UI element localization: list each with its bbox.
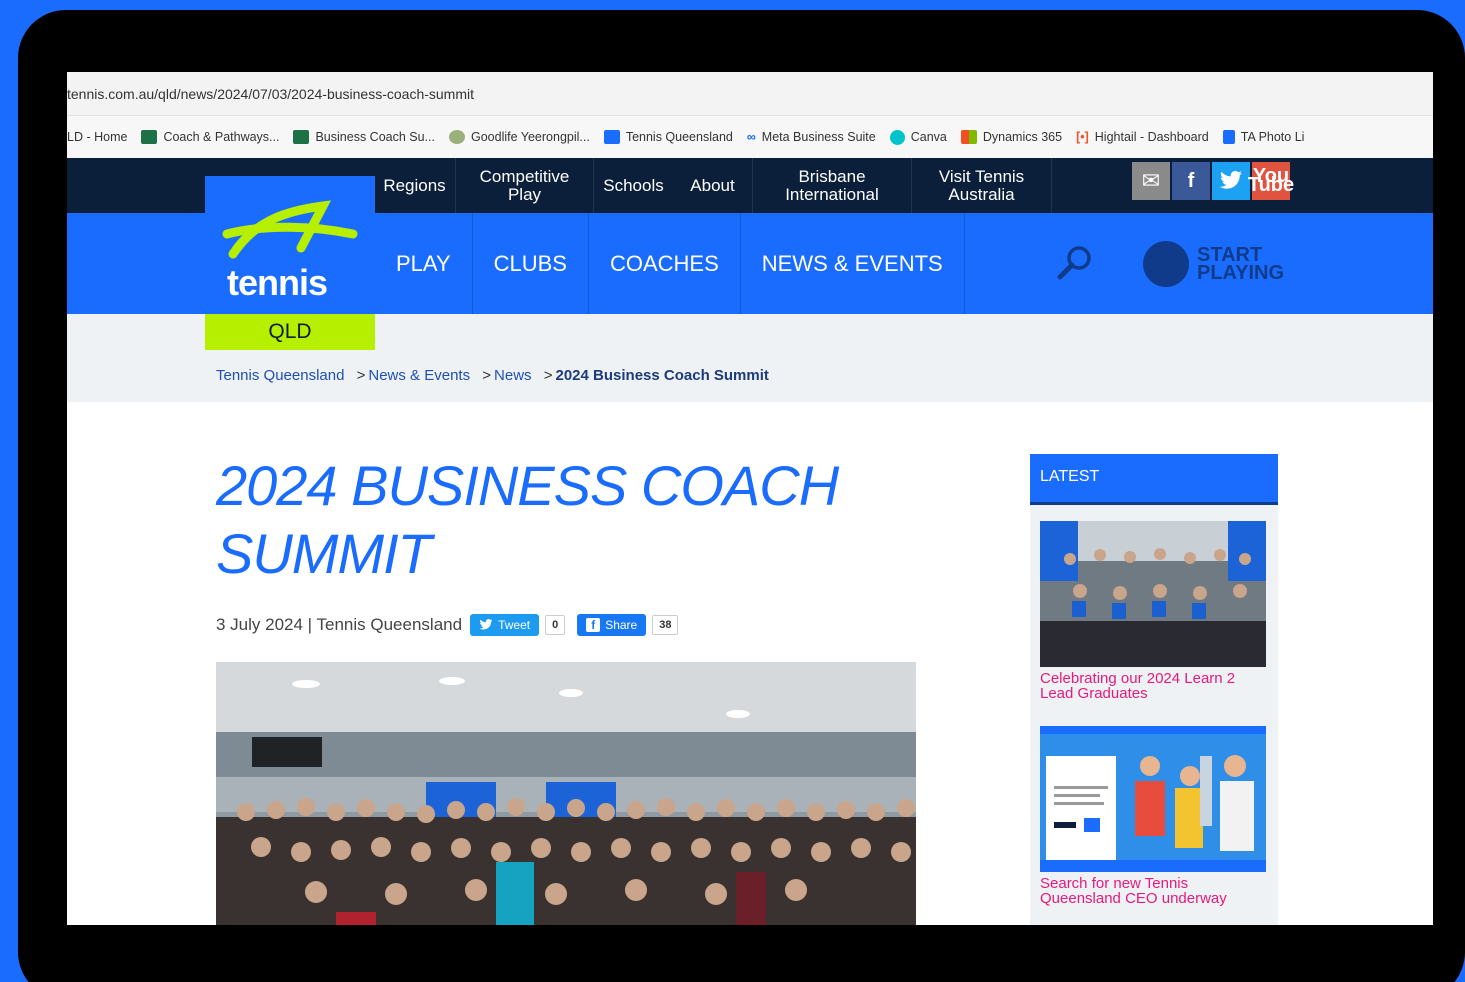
latest-card-title[interactable]: Search for new Tennis Queensland CEO und… xyxy=(1040,876,1266,906)
logo-swoosh-icon xyxy=(222,200,358,259)
breadcrumb-news-events[interactable]: News & Events xyxy=(368,367,470,384)
latest-card-thumbnail[interactable] xyxy=(1040,726,1266,872)
tweet-button[interactable]: Tweet xyxy=(470,614,540,636)
dynamics-icon xyxy=(960,130,977,144)
breadcrumb-home[interactable]: Tennis Queensland xyxy=(216,367,344,384)
twitter-icon[interactable] xyxy=(1212,162,1250,200)
nav-news-events[interactable]: NEWS & EVENTS xyxy=(741,213,965,314)
search-icon[interactable] xyxy=(1055,243,1095,283)
ceo-search-image xyxy=(1040,726,1266,872)
hightail-icon: [•] xyxy=(1076,130,1089,144)
logo-wordmark: tennis xyxy=(227,262,328,303)
bookmark-business-coach[interactable]: Business Coach Su... xyxy=(293,130,435,144)
article-hero-photo xyxy=(216,662,916,925)
article-title: 2024 BUSINESS COACH SUMMIT xyxy=(216,454,839,585)
bookmark-goodlife[interactable]: Goodlife Yeerongpil... xyxy=(448,130,590,144)
facebook-share-button[interactable]: f Share xyxy=(577,614,647,636)
article-date-author: 3 July 2024 | Tennis Queensland xyxy=(216,615,463,634)
playing-label: PLAYING xyxy=(1197,262,1285,284)
nav-competitive-play[interactable]: Competitive Play xyxy=(456,158,594,213)
share-count: 38 xyxy=(652,615,679,635)
twitter-bird-icon xyxy=(1220,171,1242,189)
address-bar[interactable]: tennis.com.au/qld/news/2024/07/03/2024-b… xyxy=(67,72,1433,116)
tennis-icon xyxy=(603,130,620,144)
article-meta: 3 July 2024 | Tennis Queensland Tweet 0 … xyxy=(216,614,679,636)
excel-icon xyxy=(141,130,158,144)
latest-card-thumbnail[interactable] xyxy=(1040,521,1266,667)
breadcrumb-news[interactable]: News xyxy=(494,367,532,384)
photo-icon xyxy=(1222,130,1235,144)
bookmark-canva[interactable]: Canva xyxy=(889,129,947,145)
nav-about[interactable]: About xyxy=(673,158,753,213)
latest-card-title[interactable]: Celebrating our 2024 Learn 2 Lead Gradua… xyxy=(1040,671,1266,701)
goodlife-icon xyxy=(448,130,465,144)
latest-card[interactable]: Search for new Tennis Queensland CEO und… xyxy=(1040,726,1266,906)
breadcrumb-separator: > xyxy=(482,367,492,384)
nav-visit-tennis-australia[interactable]: Visit Tennis Australia xyxy=(912,158,1052,213)
bookmark-ta-photo[interactable]: TA Photo Li xyxy=(1222,130,1304,144)
start-playing-link[interactable]: START PLAYING xyxy=(1143,241,1284,287)
social-links: ✉ f You Tube xyxy=(1132,162,1294,200)
latest-sidebar: LATEST Celebrating our 2024 Learn 2 Lead… xyxy=(1030,454,1278,925)
canva-icon xyxy=(889,129,905,145)
sidebar-heading: LATEST xyxy=(1030,454,1278,505)
twitter-icon xyxy=(479,619,493,630)
browser-screen: tennis.com.au/qld/news/2024/07/03/2024-b… xyxy=(67,72,1433,925)
bookmark-tennis-queensland[interactable]: Tennis Queensland xyxy=(603,130,733,144)
excel-icon xyxy=(293,130,310,144)
breadcrumb: Tennis Queensland > News & Events > News >… xyxy=(216,367,769,384)
bookmark-hightail[interactable]: [•] Hightail - Dashboard xyxy=(1076,130,1209,144)
nav-brisbane-international[interactable]: Brisbane International xyxy=(753,158,912,213)
youtube-icon[interactable]: You Tube xyxy=(1248,162,1294,200)
bookmark-home[interactable]: LD - Home xyxy=(67,130,127,144)
region-badge: QLD xyxy=(205,314,375,350)
facebook-icon[interactable]: f xyxy=(1172,162,1210,200)
breadcrumb-current: 2024 Business Coach Summit xyxy=(555,367,769,384)
bookmark-meta[interactable]: ∞ Meta Business Suite xyxy=(747,130,876,144)
tennis-ball-icon xyxy=(1143,241,1189,287)
bookmark-dynamics[interactable]: Dynamics 365 xyxy=(960,130,1062,144)
bookmarks-bar: LD - Home Coach & Pathways... Business C… xyxy=(67,116,1433,158)
graduates-photo-image xyxy=(1040,521,1266,667)
email-icon[interactable]: ✉ xyxy=(1132,162,1170,200)
facebook-icon: f xyxy=(586,618,601,632)
tennis-logo[interactable]: tennis xyxy=(205,176,375,314)
url-text[interactable]: tennis.com.au/qld/news/2024/07/03/2024-b… xyxy=(67,86,474,102)
tweet-count: 0 xyxy=(545,615,566,635)
breadcrumb-separator: > xyxy=(356,367,366,384)
nav-regions[interactable]: Regions xyxy=(374,158,456,213)
nav-clubs[interactable]: CLUBS xyxy=(473,213,589,314)
latest-card[interactable]: Celebrating our 2024 Learn 2 Lead Gradua… xyxy=(1040,521,1266,701)
nav-coaches[interactable]: COACHES xyxy=(589,213,741,314)
share-label: Share xyxy=(605,618,638,632)
nav-play[interactable]: PLAY xyxy=(375,213,473,314)
bookmark-coach-pathways[interactable]: Coach & Pathways... xyxy=(141,130,279,144)
group-photo-image xyxy=(216,662,916,925)
tweet-label: Tweet xyxy=(498,618,531,632)
nav-schools[interactable]: Schools xyxy=(594,158,673,213)
meta-icon: ∞ xyxy=(746,130,756,144)
breadcrumb-separator: > xyxy=(543,367,553,384)
